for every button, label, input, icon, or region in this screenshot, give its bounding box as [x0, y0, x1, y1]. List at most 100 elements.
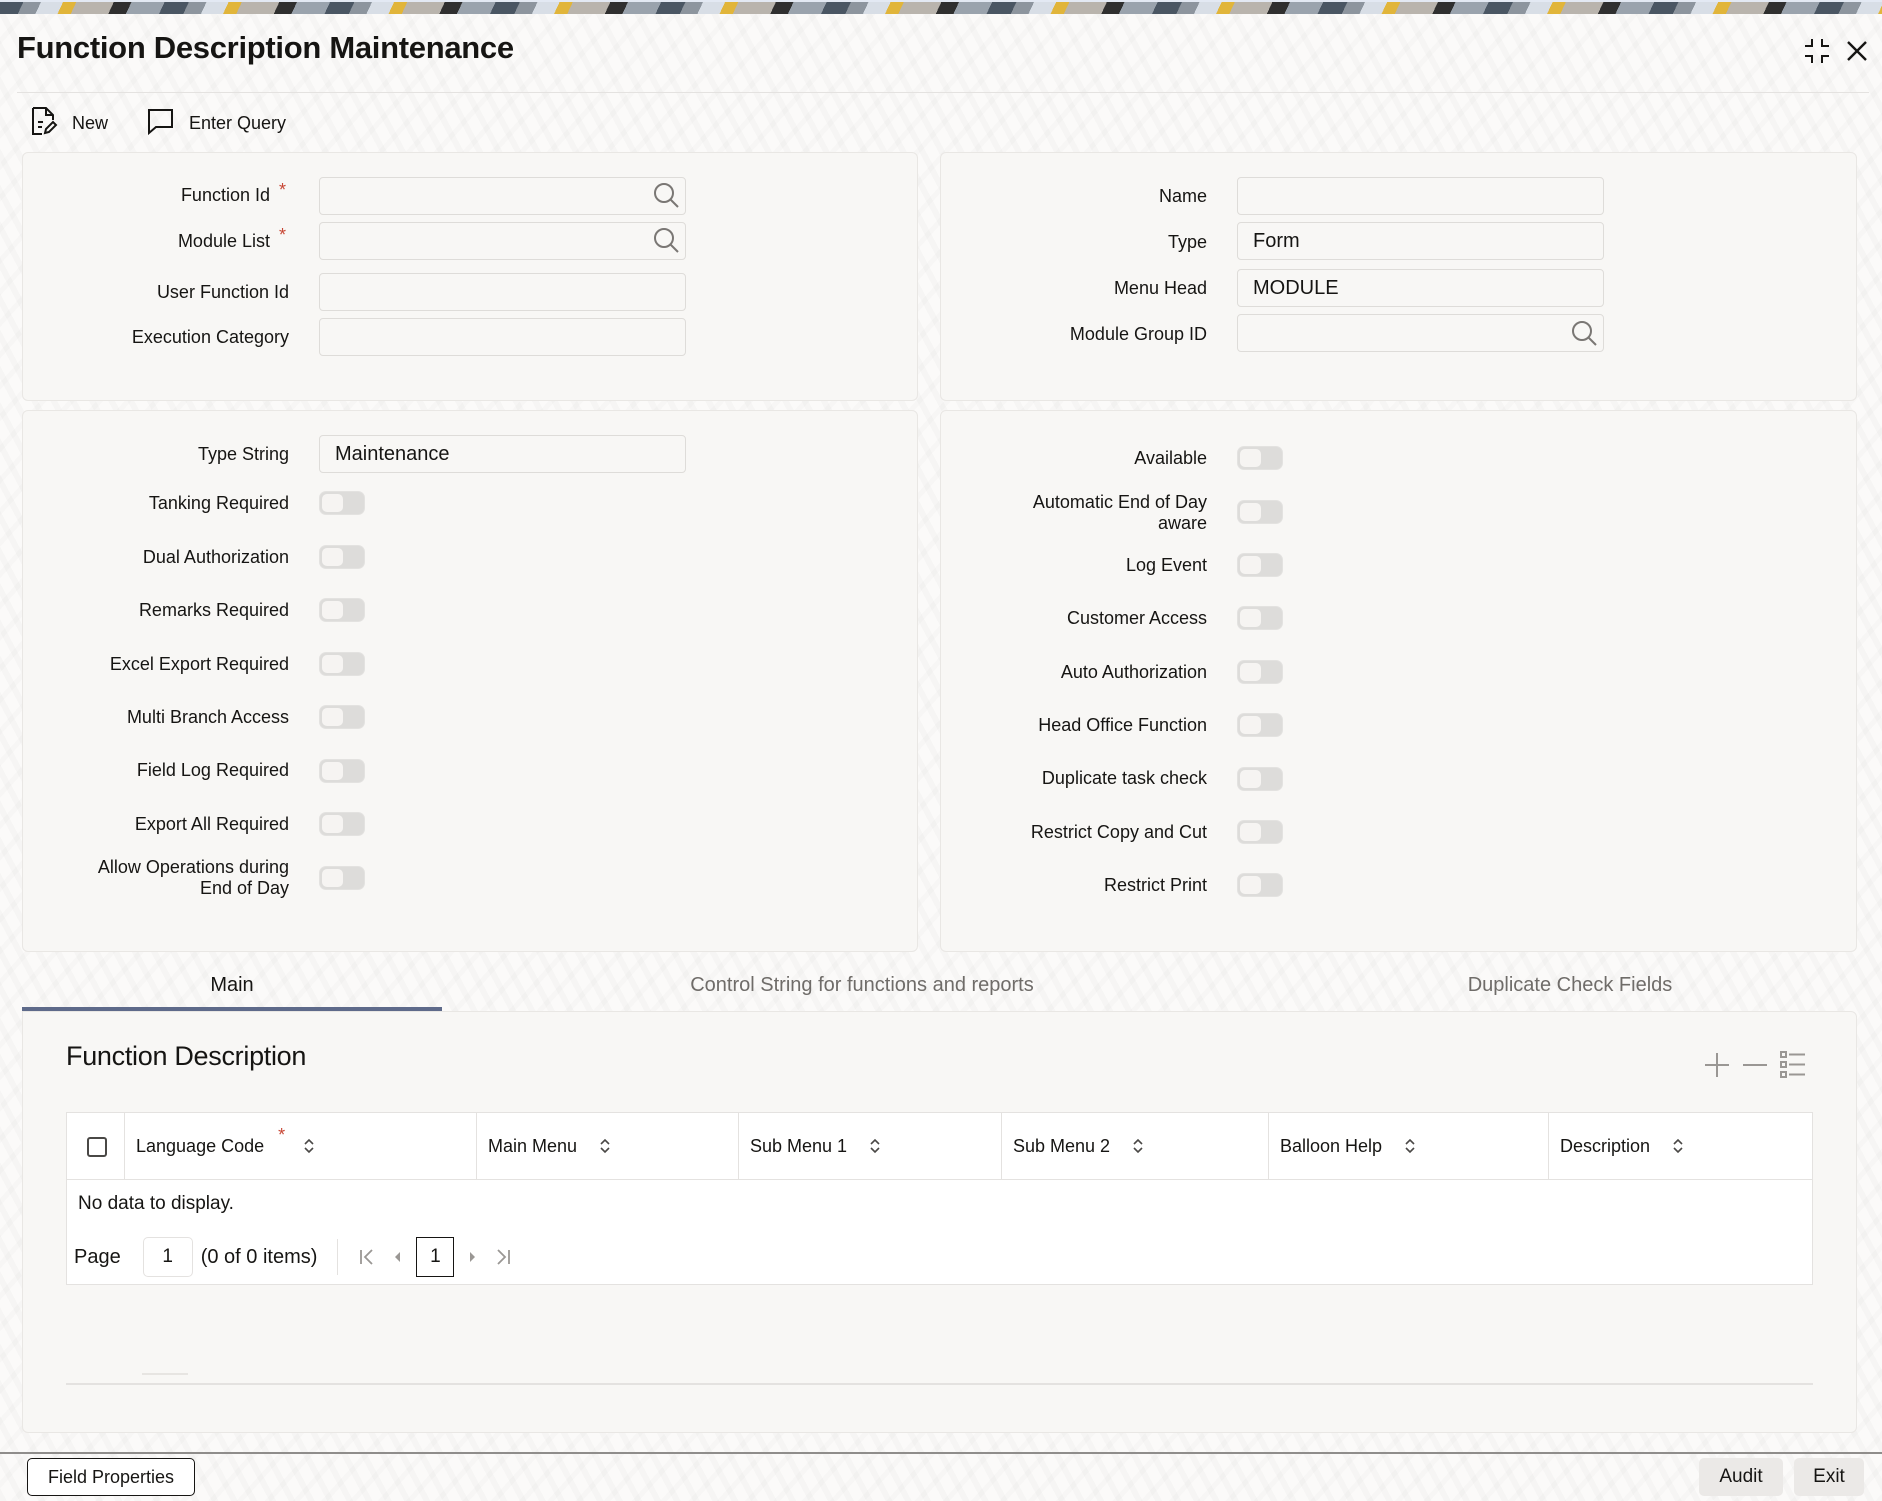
- export-all-required-toggle[interactable]: [319, 812, 365, 836]
- previous-page-icon[interactable]: [382, 1242, 412, 1272]
- horizontal-scroll-thumb[interactable]: [142, 1373, 188, 1375]
- dual-authorization-label: Dual Authorization: [142, 547, 289, 567]
- automatic-eod-aware-label: Automatic End of Day aware: [1032, 492, 1207, 533]
- delete-row-icon[interactable]: [1740, 1050, 1770, 1080]
- function-id-input[interactable]: [319, 177, 686, 215]
- enter-query-button[interactable]: Enter Query: [145, 108, 286, 138]
- type-input[interactable]: [1237, 222, 1604, 260]
- function-description-table: Language Code * Main Menu Sub Menu 1 Sub…: [66, 1112, 1813, 1285]
- sort-icon[interactable]: [599, 1137, 611, 1155]
- module-list-label: Module List: [177, 231, 270, 251]
- duplicate-task-check-toggle[interactable]: [1237, 767, 1283, 791]
- automatic-eod-aware-toggle[interactable]: [1237, 500, 1283, 524]
- menu-head-input[interactable]: [1237, 269, 1604, 307]
- page-title: Function Description Maintenance: [17, 30, 514, 65]
- customer-access-toggle[interactable]: [1237, 606, 1283, 630]
- log-event-label: Log Event: [1125, 555, 1207, 575]
- tab-duplicate-check-fields[interactable]: Duplicate Check Fields: [1400, 970, 1740, 1010]
- empty-table-message: No data to display.: [78, 1193, 234, 1214]
- remarks-required-label: Remarks Required: [138, 600, 289, 620]
- duplicate-task-check-label: Duplicate task check: [1041, 768, 1207, 788]
- next-page-icon[interactable]: [458, 1242, 488, 1272]
- tanking-required-toggle[interactable]: [319, 491, 365, 515]
- exit-button[interactable]: Exit: [1794, 1458, 1864, 1496]
- head-office-function-label: Head Office Function: [1038, 715, 1207, 735]
- auto-authorization-label: Auto Authorization: [1060, 662, 1207, 682]
- required-asterisk: *: [279, 180, 287, 200]
- table-header: Language Code * Main Menu Sub Menu 1 Sub…: [67, 1113, 1812, 1180]
- execution-category-input[interactable]: [319, 318, 686, 356]
- column-header-sub-menu-2[interactable]: Sub Menu 2: [1001, 1113, 1268, 1179]
- chat-bubble-icon: [145, 106, 175, 141]
- multi-branch-access-label: Multi Branch Access: [126, 707, 289, 727]
- footer-divider: [0, 1452, 1882, 1454]
- menu-head-label: Menu Head: [1113, 278, 1207, 298]
- excel-export-required-toggle[interactable]: [319, 652, 365, 676]
- new-label: New: [72, 112, 109, 133]
- tab-control-string[interactable]: Control String for functions and reports: [560, 970, 1164, 1010]
- dual-authorization-toggle[interactable]: [319, 545, 365, 569]
- search-icon[interactable]: [652, 181, 680, 209]
- module-list-input[interactable]: [319, 222, 686, 260]
- first-page-icon[interactable]: [352, 1242, 382, 1272]
- module-group-id-input[interactable]: [1237, 314, 1604, 352]
- allow-operations-eod-toggle[interactable]: [319, 866, 365, 890]
- column-header-language-code[interactable]: Language Code *: [124, 1113, 476, 1179]
- select-all-checkbox[interactable]: [87, 1137, 107, 1157]
- sort-icon[interactable]: [1132, 1137, 1144, 1155]
- new-button[interactable]: New: [30, 106, 109, 138]
- search-icon[interactable]: [1570, 319, 1598, 347]
- remarks-required-toggle[interactable]: [319, 598, 365, 622]
- function-id-label: Function Id: [180, 185, 270, 205]
- enter-query-label: Enter Query: [189, 112, 287, 133]
- function-description-title: Function Description: [66, 1041, 307, 1071]
- current-page-button[interactable]: 1: [416, 1237, 455, 1277]
- column-header-description[interactable]: Description: [1548, 1113, 1812, 1179]
- sort-icon[interactable]: [1404, 1137, 1416, 1155]
- column-header-main-menu[interactable]: Main Menu: [476, 1113, 738, 1179]
- available-toggle[interactable]: [1237, 446, 1283, 470]
- user-function-id-input[interactable]: [319, 273, 686, 311]
- single-record-view-icon[interactable]: [1778, 1050, 1808, 1080]
- multi-branch-access-toggle[interactable]: [319, 705, 365, 729]
- close-icon[interactable]: [1842, 36, 1872, 66]
- allow-operations-eod-label: Allow Operations during End of Day: [97, 857, 289, 898]
- log-event-toggle[interactable]: [1237, 553, 1283, 577]
- type-label: Type: [1167, 232, 1207, 252]
- column-header-sub-menu-1[interactable]: Sub Menu 1: [738, 1113, 1001, 1179]
- name-input[interactable]: [1237, 177, 1604, 215]
- pagination: Page (0 of 0 items) 1: [74, 1237, 518, 1277]
- restrict-copy-cut-toggle[interactable]: [1237, 820, 1283, 844]
- export-all-required-label: Export All Required: [134, 814, 289, 834]
- search-icon[interactable]: [652, 226, 680, 254]
- page-number-input[interactable]: [142, 1237, 193, 1277]
- pager-divider: [337, 1239, 339, 1275]
- sort-icon[interactable]: [869, 1137, 881, 1155]
- sort-icon[interactable]: [1672, 1137, 1684, 1155]
- item-count: (0 of 0 items): [200, 1245, 318, 1268]
- field-properties-button[interactable]: Field Properties: [27, 1458, 195, 1496]
- sort-icon[interactable]: [303, 1137, 315, 1155]
- horizontal-scrollbar[interactable]: [66, 1383, 1813, 1385]
- auto-authorization-toggle[interactable]: [1237, 660, 1283, 684]
- restrict-print-label: Restrict Print: [1103, 875, 1207, 895]
- last-page-icon[interactable]: [488, 1242, 518, 1272]
- add-row-icon[interactable]: [1702, 1050, 1732, 1080]
- collapse-icon[interactable]: [1802, 36, 1832, 66]
- restrict-print-toggle[interactable]: [1237, 873, 1283, 897]
- type-string-label: Type String: [197, 444, 289, 464]
- type-string-input[interactable]: [319, 435, 686, 473]
- customer-access-label: Customer Access: [1066, 608, 1207, 628]
- column-header-balloon-help[interactable]: Balloon Help: [1268, 1113, 1548, 1179]
- header-divider: [17, 92, 1869, 93]
- audit-button[interactable]: Audit: [1699, 1458, 1783, 1496]
- module-group-id-label: Module Group ID: [1069, 324, 1207, 344]
- required-asterisk: *: [279, 225, 287, 245]
- head-office-function-toggle[interactable]: [1237, 713, 1283, 737]
- page-label: Page: [74, 1245, 121, 1268]
- required-asterisk: *: [278, 1124, 286, 1145]
- field-log-required-toggle[interactable]: [319, 759, 365, 783]
- excel-export-required-label: Excel Export Required: [109, 654, 289, 674]
- tab-main[interactable]: Main: [22, 970, 442, 1010]
- user-function-id-label: User Function Id: [156, 282, 289, 302]
